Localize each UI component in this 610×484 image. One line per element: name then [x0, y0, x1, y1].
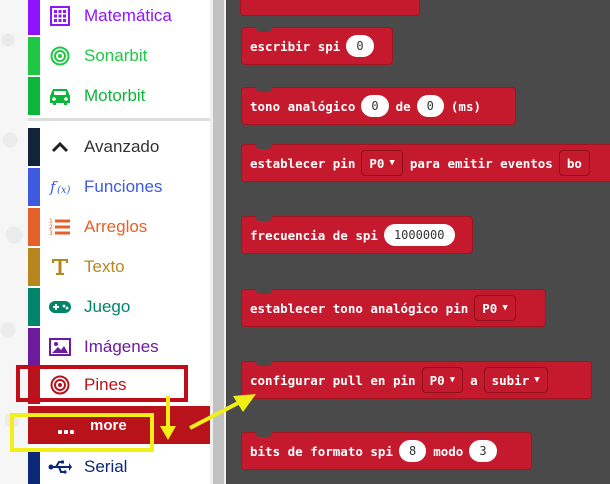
block-tono-analogico[interactable]: tono analógico 0 de 0 (ms) — [241, 87, 516, 125]
pull-mode-dropdown[interactable]: subir ▼ — [483, 367, 548, 393]
block-label: para emitir eventos — [409, 155, 553, 171]
block-frecuencia-spi[interactable]: frecuencia de spi 1000000 — [241, 216, 473, 254]
gamepad-icon — [48, 296, 72, 318]
category-motorbit[interactable]: Motorbit — [28, 77, 210, 115]
car-icon — [48, 85, 72, 107]
dropdown-arrow-icon: ▼ — [502, 303, 508, 313]
category-label: Motorbit — [84, 86, 146, 105]
pin-dropdown[interactable]: P0 ▼ — [361, 150, 403, 176]
block-bits-formato-spi[interactable]: bits de formato spi 8 modo 3 — [241, 432, 532, 470]
category-stripe — [28, 448, 40, 484]
category-label: Arreglos — [84, 217, 148, 236]
category-stripe — [28, 328, 40, 366]
pin-dropdown[interactable]: P0 ▼ — [421, 367, 464, 393]
dropdown-arrow-icon: ▼ — [389, 158, 395, 168]
category-stripe — [28, 288, 40, 326]
sonar-target-icon — [48, 45, 72, 67]
value-input[interactable]: 1000000 — [383, 224, 455, 246]
category-label: Imágenes — [84, 337, 159, 356]
toolbox-background-pattern — [0, 0, 28, 484]
value-input[interactable]: 0 — [416, 95, 444, 117]
block-label: a — [470, 372, 478, 388]
category-serial[interactable]: Serial — [28, 448, 210, 484]
category-label: Avanzado — [84, 137, 160, 156]
usb-icon — [48, 456, 72, 478]
category-label: Serial — [84, 457, 128, 476]
image-icon — [48, 336, 72, 358]
highlight-box-more — [10, 413, 154, 452]
block-label: establecer pin — [250, 155, 356, 171]
block-label: bits de formato spi — [250, 443, 393, 459]
block-label: (ms) — [450, 98, 481, 114]
pin-dropdown[interactable]: P0 ▼ — [474, 295, 516, 321]
category-stripe — [28, 168, 40, 206]
toolbox-divider — [28, 118, 210, 121]
block-establecer-tono-pin[interactable]: establecer tono analógico pin P0 ▼ — [241, 289, 546, 327]
svg-text:3: 3 — [49, 230, 53, 237]
toolbox-scrollbar-thumb[interactable] — [213, 0, 224, 484]
event-dropdown[interactable]: bo — [558, 150, 590, 176]
category-label: Sonarbit — [84, 46, 148, 65]
category-funciones[interactable]: f (x) Funciones — [28, 168, 210, 206]
block-escribir-spi[interactable]: escribir spi 0 — [241, 27, 393, 65]
svg-text:(x): (x) — [57, 185, 71, 196]
category-label: Matemática — [84, 6, 172, 25]
text-icon — [48, 256, 72, 278]
list-icon: 123 — [48, 216, 72, 238]
dropdown-arrow-icon: ▼ — [534, 375, 540, 385]
block-label: de — [395, 98, 411, 114]
block-label: tono analógico — [250, 98, 356, 114]
category-juego[interactable]: Juego — [28, 288, 210, 326]
category-texto[interactable]: Texto — [28, 248, 210, 286]
calculator-icon — [48, 5, 72, 27]
category-stripe — [28, 208, 40, 246]
dropdown-arrow-icon: ▼ — [449, 375, 456, 385]
block-configurar-pull[interactable]: configurar pull en pin P0 ▼ a subir ▼ — [241, 361, 592, 399]
category-stripe — [28, 128, 40, 166]
function-icon: f (x) — [48, 176, 72, 198]
category-label: Funciones — [84, 177, 163, 196]
toolbox: Matemática Sonarbit Motorbit Avanzado f(… — [0, 0, 226, 484]
block-label: escribir spi — [250, 38, 341, 54]
category-sonarbit[interactable]: Sonarbit — [28, 37, 210, 75]
block-establecer-pin-eventos[interactable]: establecer pin P0 ▼ para emitir eventos b… — [241, 144, 610, 182]
category-label: Texto — [84, 257, 125, 276]
block-label: frecuencia de spi — [250, 227, 378, 243]
block-label: configurar pull en pin — [250, 372, 416, 388]
category-avanzado[interactable]: Avanzado — [28, 128, 210, 166]
category-stripe — [28, 0, 40, 35]
category-imagenes[interactable]: Imágenes — [28, 328, 210, 366]
value-input[interactable]: 3 — [469, 440, 497, 462]
value-input[interactable]: 8 — [399, 440, 427, 462]
highlight-box-pines — [16, 365, 188, 402]
category-arreglos[interactable]: 123 Arreglos — [28, 208, 210, 246]
category-label: Juego — [84, 297, 131, 316]
value-input[interactable]: 0 — [346, 35, 374, 57]
chevron-up-icon — [48, 136, 72, 158]
block-label: modo — [433, 443, 464, 459]
block-partial-top[interactable] — [240, 0, 420, 16]
category-stripe — [28, 248, 40, 286]
category-stripe — [28, 77, 40, 115]
category-matematica[interactable]: Matemática — [28, 0, 210, 35]
block-label: establecer tono analógico pin — [250, 300, 469, 316]
category-stripe — [28, 37, 40, 75]
value-input[interactable]: 0 — [361, 95, 389, 117]
